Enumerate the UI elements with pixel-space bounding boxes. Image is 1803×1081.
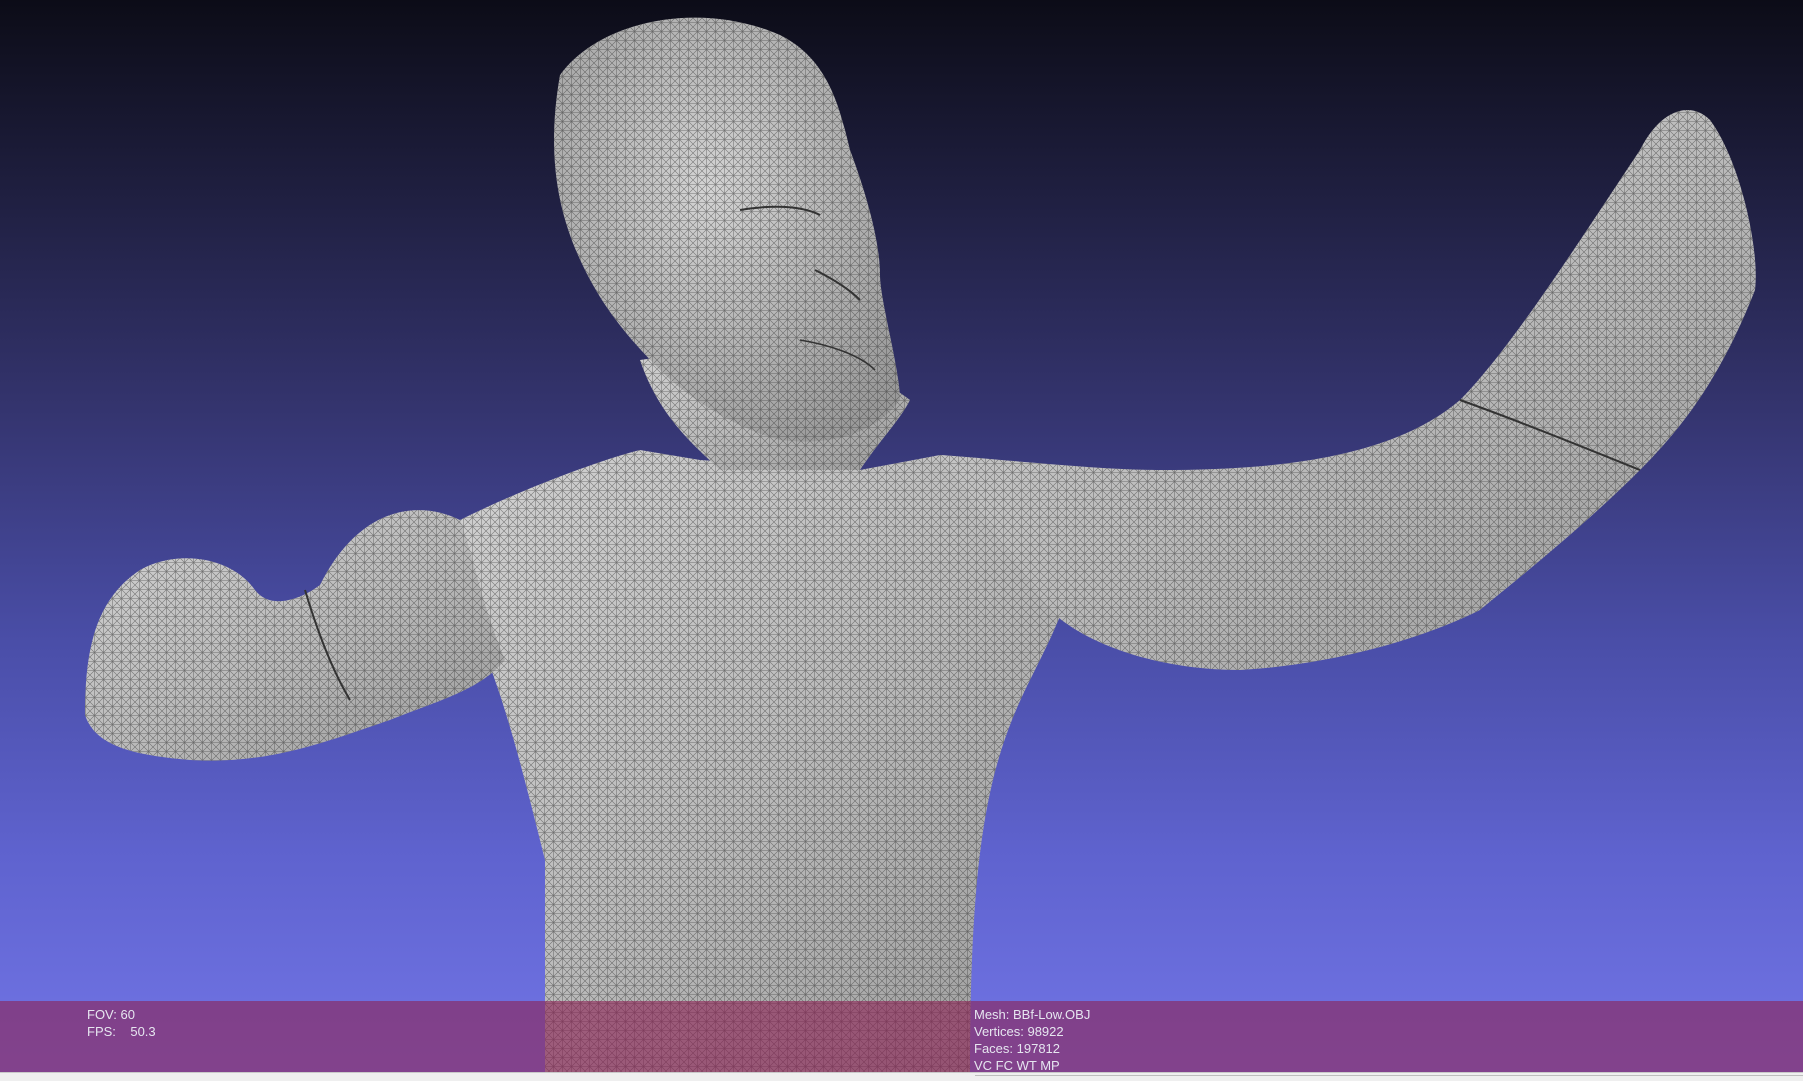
3d-viewport[interactable]: FOV: 60 FPS: 50.3 Mesh: BBf-Low.OBJ Vert…: [0, 0, 1803, 1072]
mesh-render: [85, 17, 1756, 1072]
info-overlay-bar: FOV: 60 FPS: 50.3 Mesh: BBf-Low.OBJ Vert…: [0, 1001, 1803, 1072]
fov-label: FOV: 60: [87, 1007, 135, 1022]
mesh-torso: [437, 450, 1082, 1072]
mesh-head: [554, 17, 900, 442]
mesh-left-arm: [85, 510, 505, 761]
render-flags-label: VC FC WT MP: [974, 1058, 1060, 1072]
faces-label: Faces: 197812: [974, 1041, 1061, 1056]
mesh-name-label: Mesh: BBf-Low.OBJ: [974, 1007, 1091, 1022]
fps-label: FPS: 50.3: [87, 1024, 156, 1039]
mesh-right-arm: [940, 110, 1756, 670]
vertices-label: Vertices: 98922: [974, 1024, 1064, 1039]
status-divider: [975, 1075, 1803, 1076]
